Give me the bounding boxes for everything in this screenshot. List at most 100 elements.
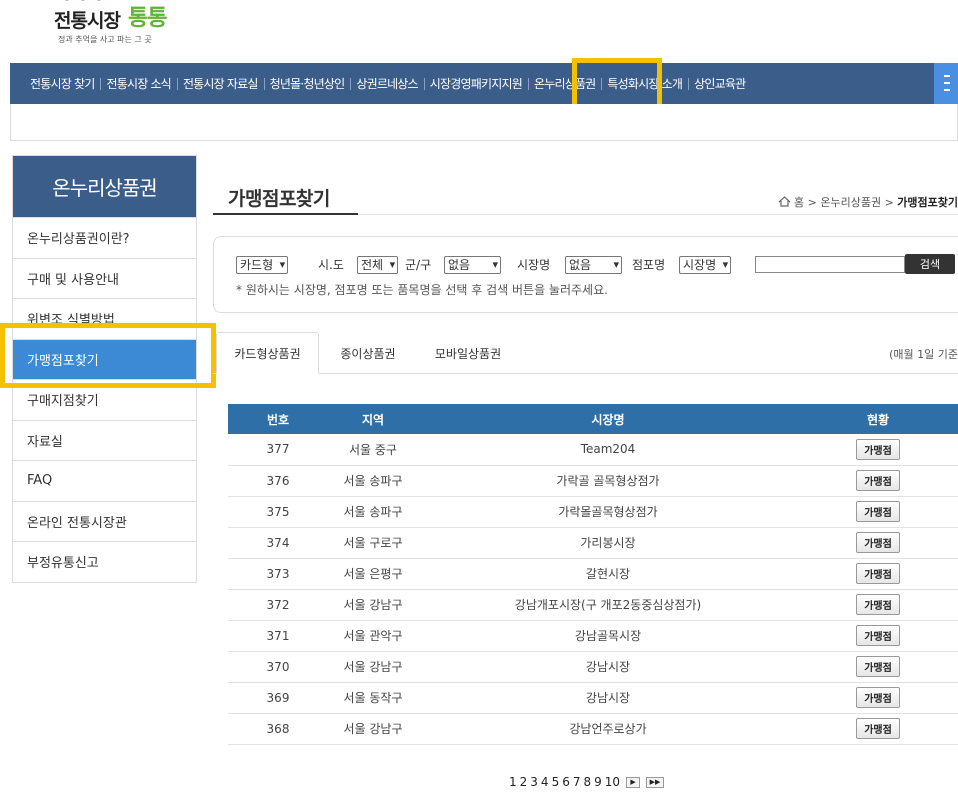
market-label: 시장명 [517, 258, 551, 272]
breadcrumb-current: 가맹점포찾기 [897, 196, 958, 209]
breadcrumb-section[interactable]: 온누리상품권 [820, 196, 881, 209]
logo-brand: 통통 [128, 6, 167, 31]
last-page-icon[interactable]: ▶▶ [646, 776, 665, 788]
store-label: 점포명 [632, 258, 666, 272]
breadcrumb-separator: > [807, 196, 821, 209]
sidebar-item-report[interactable]: 부정유통신고 [13, 541, 196, 582]
store-status-button[interactable]: 가맹점 [856, 563, 900, 584]
voucher-tabs: 카드형상품권 종이상품권 모바일상품권 (매월 1일 기준 [213, 332, 958, 374]
sidebar-item-about[interactable]: 온누리상품권이란? [13, 217, 196, 258]
search-button[interactable]: 검색 [905, 254, 955, 274]
store-select[interactable]: 시장명 [679, 256, 732, 274]
page-link[interactable]: 2 [520, 775, 528, 789]
search-hint: * 원하시는 시장명, 점포명 또는 품목명을 선택 후 검색 버튼을 눌러주세… [236, 283, 608, 297]
table-row: 371 서울 관악구 강남골목시장 가맹점 [228, 620, 958, 652]
page-link[interactable]: 1 [509, 775, 517, 789]
gnb-item-market-news[interactable]: 전통시장 소식 [100, 75, 176, 92]
cell-region: 서울 중구 [328, 434, 418, 466]
cell-market: 가락몰골목형상점가 [418, 496, 798, 528]
page-link[interactable]: 4 [541, 775, 549, 789]
page-link[interactable]: 6 [562, 775, 570, 789]
table-row: 370 서울 강남구 강남시장 가맹점 [228, 651, 958, 683]
page-link[interactable]: 3 [530, 775, 538, 789]
highlight-box-sidebar [0, 323, 216, 388]
cell-region: 서울 은평구 [328, 558, 418, 590]
gnb-item-package[interactable]: 시장경영패키지지원 [423, 75, 528, 92]
store-status-button[interactable]: 가맹점 [856, 718, 900, 739]
page-title: 가맹점포찾기 [228, 188, 330, 210]
page-link[interactable]: 10 [605, 775, 620, 789]
breadcrumb-home[interactable]: 홈 [794, 196, 804, 209]
store-status-button[interactable]: 가맹점 [856, 594, 900, 615]
header-region: 지역 [328, 404, 418, 434]
tab-paper[interactable]: 종이상품권 [335, 332, 401, 374]
cell-no: 376 [228, 465, 328, 497]
cell-no: 370 [228, 651, 328, 683]
store-status-button[interactable]: 가맹점 [856, 687, 900, 708]
sido-select[interactable]: 전체 [357, 256, 399, 274]
cell-region: 서울 강남구 [328, 651, 418, 683]
search-panel: 카드형 시.도 전체 군/구 없음 시장명 없음 점포명 시장명 검색 * 원하… [213, 236, 958, 313]
gnb-item-education[interactable]: 상인교육관 [688, 75, 751, 92]
global-nav: 전통시장 찾기 전통시장 소식 전통시장 자료실 청년몰·청년상인 상권르네상스… [10, 63, 958, 104]
sidebar-item-faq[interactable]: FAQ [13, 460, 196, 501]
sidebar-title: 온누리상품권 [13, 156, 196, 217]
card-type-select[interactable]: 카드형 [236, 256, 289, 274]
cell-market: 강남시장 [418, 682, 798, 714]
gnb-item-archive[interactable]: 전통시장 자료실 [176, 75, 264, 92]
all-menu-button[interactable] [934, 63, 958, 104]
store-status-button[interactable]: 가맹점 [856, 438, 900, 460]
cell-region: 서울 강남구 [328, 713, 418, 745]
tab-note: (매월 1일 기준 [889, 348, 958, 361]
page-link[interactable]: 9 [594, 775, 602, 789]
store-status-button[interactable]: 가맹점 [856, 470, 900, 491]
market-select[interactable]: 없음 [565, 256, 622, 274]
store-status-button[interactable]: 가맹점 [856, 501, 900, 522]
table-row: 368 서울 강남구 강남언주로상가 가맹점 [228, 713, 958, 745]
logo-title: 전통시장 [54, 10, 121, 32]
cell-no: 375 [228, 496, 328, 528]
keyword-input[interactable] [755, 256, 905, 273]
page-link[interactable]: 5 [552, 775, 560, 789]
table-row: 372 서울 강남구 강남개포시장(구 개포2동중심상점가) 가맹점 [228, 589, 958, 621]
cell-no: 377 [228, 434, 328, 466]
cell-market: 가락골 골목형상점가 [418, 465, 798, 497]
page-link[interactable]: 8 [583, 775, 591, 789]
table-row: 369 서울 동작구 강남시장 가맹점 [228, 682, 958, 714]
table-row: 377 서울 중구 Team204 가맹점 [228, 434, 958, 466]
home-icon[interactable] [778, 196, 791, 207]
table-row: 373 서울 은평구 갈현시장 가맹점 [228, 558, 958, 590]
page-link[interactable]: 7 [573, 775, 581, 789]
sidebar-item-guide[interactable]: 구매 및 사용안내 [13, 257, 196, 299]
breadcrumb: 홈 > 온누리상품권 > 가맹점포찾기 [778, 194, 958, 210]
cell-no: 373 [228, 558, 328, 590]
gnb-item-market-search[interactable]: 전통시장 찾기 [24, 75, 100, 92]
site-logo[interactable]: 전통시장 통통 정과 추억을 사고 파는 그 곳 [52, 0, 177, 50]
header-no: 번호 [228, 404, 328, 434]
gungu-select[interactable]: 없음 [444, 256, 501, 274]
sidebar-item-online-market[interactable]: 온라인 전통시장관 [13, 500, 196, 542]
gnb-item-youth[interactable]: 청년몰·청년상인 [263, 75, 351, 92]
gnb-item-renaissance[interactable]: 상권르네상스 [350, 75, 423, 92]
store-status-button[interactable]: 가맹점 [856, 656, 900, 677]
title-divider [358, 214, 958, 215]
cell-no: 374 [228, 527, 328, 559]
cell-region: 서울 동작구 [328, 682, 418, 714]
cell-region: 서울 관악구 [328, 620, 418, 652]
header-market: 시장명 [418, 404, 798, 434]
next-page-icon[interactable]: ▶ [626, 776, 641, 788]
menu-icon [944, 75, 950, 91]
table-row: 376 서울 송파구 가락골 골목형상점가 가맹점 [228, 465, 958, 497]
cell-no: 371 [228, 620, 328, 652]
table-header: 번호 지역 시장명 현황 [228, 404, 958, 434]
store-status-button[interactable]: 가맹점 [856, 625, 900, 646]
cell-market: 갈현시장 [418, 558, 798, 590]
store-table: 번호 지역 시장명 현황 377 서울 중구 Team204 가맹점 376 서울 송파… [228, 404, 958, 745]
sidebar-item-archive[interactable]: 자료실 [13, 419, 196, 461]
logo-tagline: 정과 추억을 사고 파는 그 곳 [58, 35, 152, 44]
tab-mobile[interactable]: 모바일상품권 [429, 332, 507, 374]
store-status-button[interactable]: 가맹점 [856, 532, 900, 553]
cell-no: 369 [228, 682, 328, 714]
gungu-label: 군/구 [405, 258, 432, 272]
tab-card[interactable]: 카드형상품권 [216, 332, 319, 374]
